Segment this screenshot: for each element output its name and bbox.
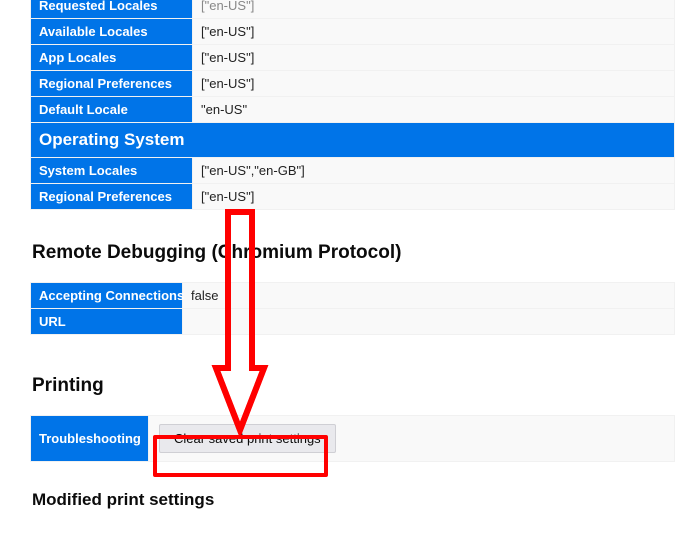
row-label: System Locales [31,158,193,184]
table-row: Regional Preferences ["en-US"] [31,71,675,97]
row-value: ["en-US"] [193,184,675,210]
row-label: Available Locales [31,19,193,45]
row-label: Regional Preferences [31,184,193,210]
printing-title: Printing [32,375,690,397]
annotation-box-icon [153,435,328,477]
troubleshooting-label: Troubleshooting [31,416,149,462]
table-row: Troubleshooting Clear saved print settin… [31,416,675,462]
table-row: Default Locale "en-US" [31,97,675,123]
modified-print-settings-title: Modified print settings [32,490,690,510]
table-row: URL [31,309,675,335]
row-value: ["en-US"] [193,45,675,71]
locale-table: Requested Locales ["en-US"] Available Lo… [30,0,675,210]
table-row: Regional Preferences ["en-US"] [31,184,675,210]
table-row: Available Locales ["en-US"] [31,19,675,45]
remote-debugging-title: Remote Debugging (Chromium Protocol) [32,242,690,264]
printing-table: Troubleshooting Clear saved print settin… [30,415,675,462]
remote-debugging-table: Accepting Connections false URL [30,282,675,335]
table-row: App Locales ["en-US"] [31,45,675,71]
table-row: Requested Locales ["en-US"] [31,0,675,19]
section-header-os: Operating System [31,123,675,158]
section-header-label: Operating System [31,123,675,158]
row-label: Default Locale [31,97,193,123]
row-value: "en-US" [193,97,675,123]
row-label: URL [31,309,183,335]
row-value: false [183,283,675,309]
row-label: App Locales [31,45,193,71]
row-value: ["en-US"] [193,0,675,19]
row-value [183,309,675,335]
row-label: Accepting Connections [31,283,183,309]
row-value: ["en-US","en-GB"] [193,158,675,184]
row-label: Requested Locales [31,0,193,19]
table-row: System Locales ["en-US","en-GB"] [31,158,675,184]
row-label: Regional Preferences [31,71,193,97]
row-value: ["en-US"] [193,71,675,97]
row-value: ["en-US"] [193,19,675,45]
table-row: Accepting Connections false [31,283,675,309]
